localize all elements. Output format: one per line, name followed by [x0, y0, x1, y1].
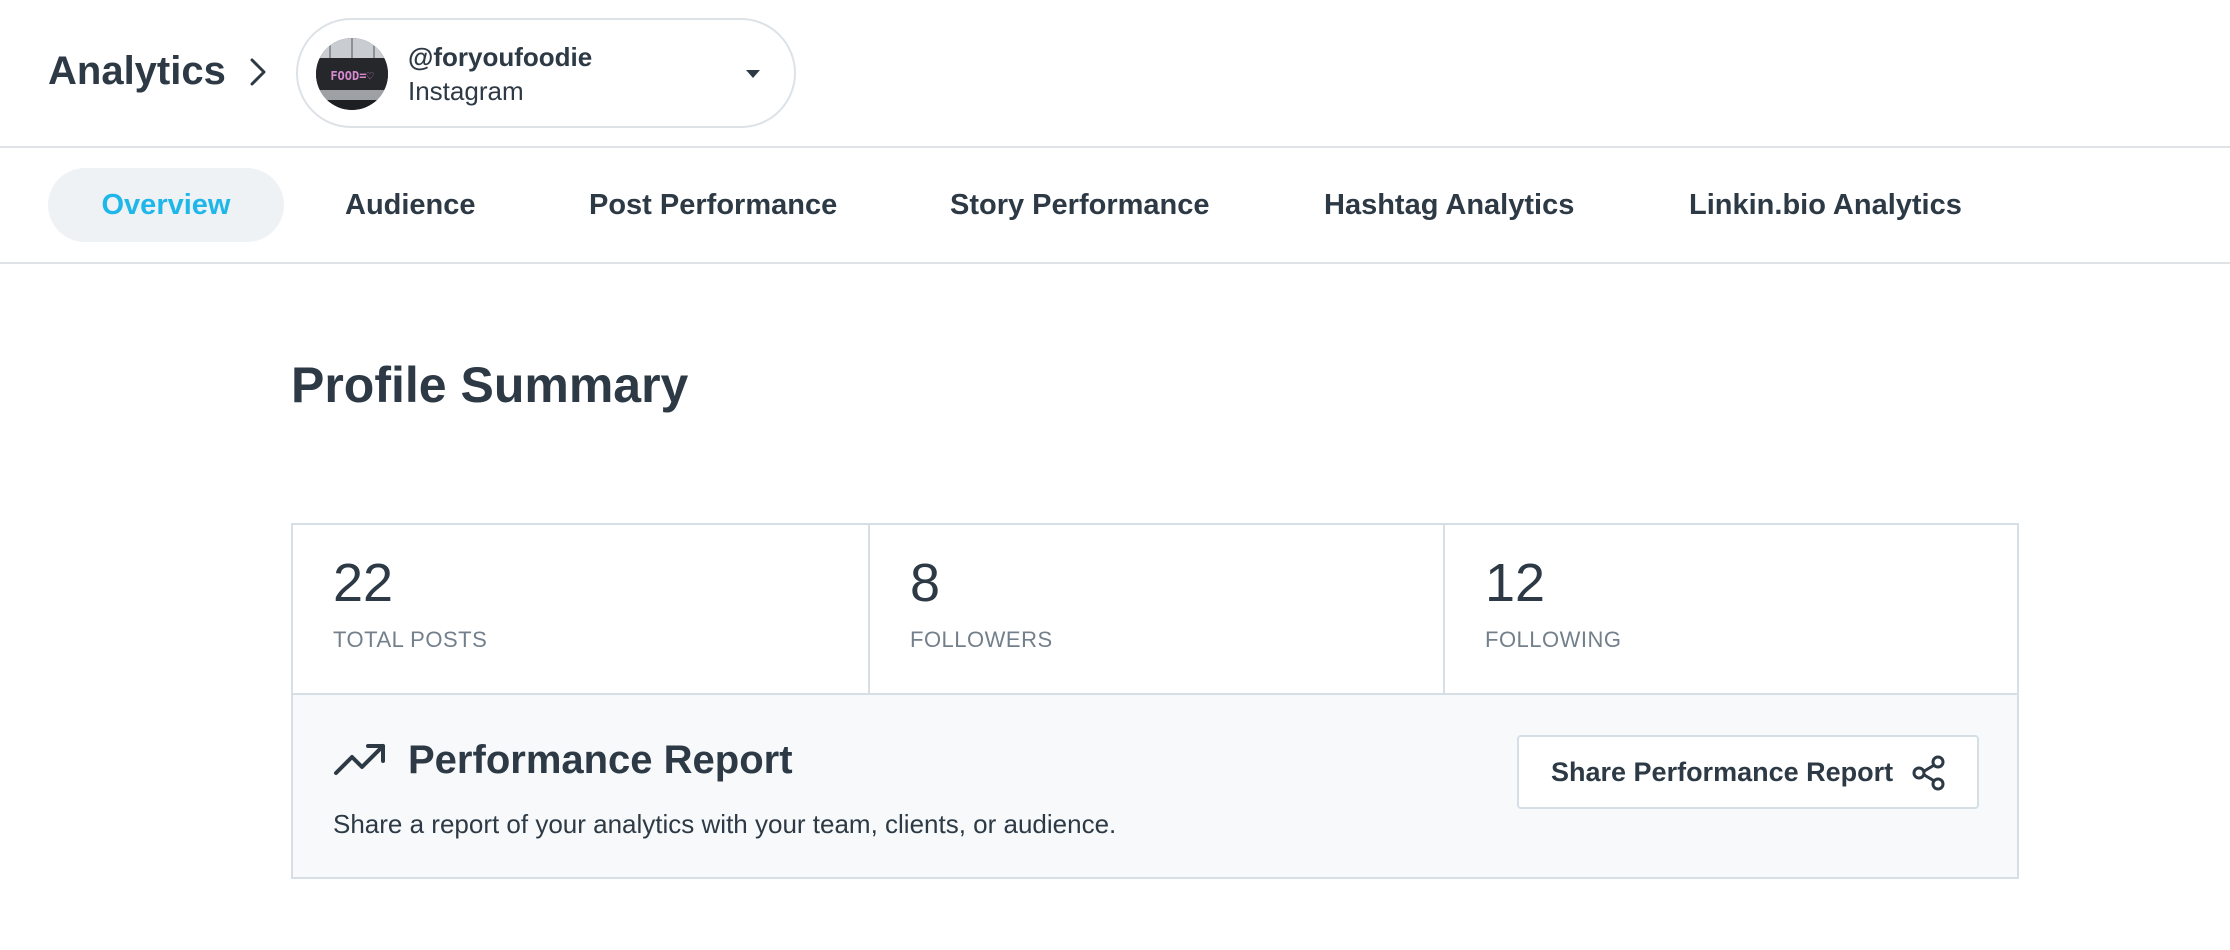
- avatar-image: FOOD=♡: [316, 38, 388, 110]
- page-section-title: Analytics: [48, 49, 226, 93]
- stat-label: FOLLOWERS: [910, 627, 1053, 652]
- stats-row: 22 TOTAL POSTS 8 FOLLOWERS 12 FOLLOWING: [293, 525, 2017, 695]
- avatar-sign-text: FOOD=♡: [330, 69, 374, 83]
- stat-label: TOTAL POSTS: [333, 627, 488, 652]
- account-switcher[interactable]: FOOD=♡ @foryoufoodie Instagram: [296, 18, 796, 128]
- analytics-tabs: Overview Audience Post Performance Story…: [0, 148, 2230, 264]
- stat-total-posts: 22 TOTAL POSTS: [293, 525, 868, 693]
- chevron-right-icon: [250, 58, 266, 86]
- share-performance-report-button[interactable]: Share Performance Report: [1517, 735, 1979, 809]
- tab-story-performance[interactable]: Story Performance: [950, 168, 1210, 242]
- avatar: FOOD=♡: [316, 38, 388, 110]
- share-button-label: Share Performance Report: [1551, 757, 1894, 787]
- stat-following: 12 FOLLOWING: [1443, 525, 2017, 693]
- account-network: Instagram: [408, 76, 524, 106]
- trending-up-icon: [334, 744, 385, 775]
- top-header: Analytics FOOD=♡ @foryoufoodie Instagram: [0, 0, 2230, 148]
- tab-hashtag-analytics[interactable]: Hashtag Analytics: [1324, 168, 1574, 242]
- caret-down-icon[interactable]: [744, 68, 762, 80]
- report-description: Share a report of your analytics with yo…: [333, 809, 1117, 839]
- stat-label: FOLLOWING: [1485, 627, 1622, 652]
- share-icon: [1912, 755, 1945, 791]
- profile-summary-card: 22 TOTAL POSTS 8 FOLLOWERS 12 FOLLOWING …: [291, 523, 2019, 879]
- stat-followers: 8 FOLLOWERS: [868, 525, 1443, 693]
- stat-value: 8: [910, 553, 941, 613]
- stat-value: 22: [333, 553, 394, 613]
- tab-linkinbio-analytics[interactable]: Linkin.bio Analytics: [1689, 168, 1962, 242]
- tab-post-performance[interactable]: Post Performance: [589, 168, 837, 242]
- report-title: Performance Report: [408, 738, 793, 782]
- tab-audience[interactable]: Audience: [345, 168, 476, 242]
- page-title: Profile Summary: [291, 357, 689, 413]
- tab-overview[interactable]: Overview: [48, 168, 284, 242]
- performance-report-panel: Performance Report Share a report of you…: [293, 695, 2017, 877]
- account-handle: @foryoufoodie: [408, 42, 593, 72]
- stat-value: 12: [1485, 553, 1546, 613]
